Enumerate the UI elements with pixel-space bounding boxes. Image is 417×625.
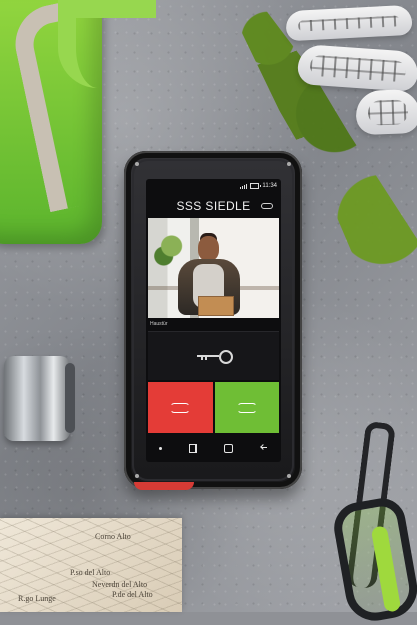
screw — [135, 474, 139, 478]
app-title: SSS SIEDLE — [176, 198, 251, 213]
shoe-sole-bottom — [355, 88, 417, 136]
key-ring — [219, 350, 233, 364]
sunglasses — [330, 418, 417, 625]
call-actions — [148, 382, 279, 433]
recents-icon[interactable] — [189, 443, 198, 453]
key-icon — [197, 349, 233, 364]
menu-icon[interactable] — [261, 203, 273, 209]
shoe-sole-middle — [296, 43, 417, 93]
parcel-box — [198, 296, 234, 316]
signal-icon — [240, 183, 248, 189]
screw — [287, 162, 291, 166]
screw — [135, 162, 139, 166]
visitor-face — [198, 236, 219, 261]
backpack-handle — [58, 0, 156, 88]
camera-location-label: Haustür — [150, 321, 168, 327]
map-label-3: Neverdn del Alto — [92, 580, 148, 589]
door-open-button[interactable] — [148, 331, 279, 380]
lips-icon — [170, 402, 191, 413]
door-camera-feed[interactable] — [148, 218, 279, 318]
decline-call-button[interactable] — [148, 382, 213, 433]
photo-scene: Corno Alto P.so del Alto Neverdn del Alt… — [0, 0, 417, 625]
android-navigation-bar — [146, 433, 281, 462]
map-label-1: Corno Alto — [95, 532, 131, 541]
status-time: 11:34 — [262, 183, 277, 189]
status-bar: 11:34 — [146, 179, 281, 193]
app-header: SSS SIEDLE — [146, 193, 281, 218]
screw — [287, 474, 291, 478]
key-tooth — [201, 357, 203, 360]
dot-icon[interactable] — [159, 446, 163, 450]
map-label-4: P.de del Alto — [112, 590, 153, 599]
home-icon[interactable] — [223, 443, 233, 453]
rugged-phone: 11:34 SSS SIEDLE Haustür — [124, 151, 302, 490]
back-icon[interactable] — [260, 444, 268, 452]
trail-map: Corno Alto P.so del Alto Neverdn del Alt… — [0, 518, 182, 612]
map-label-2: P.so del Alto — [70, 568, 111, 577]
lips-icon — [236, 402, 257, 413]
thermos-bottle — [4, 356, 75, 441]
accept-call-button[interactable] — [214, 382, 279, 433]
glasses-lens — [330, 494, 417, 625]
battery-icon — [250, 183, 262, 189]
phone-screen: 11:34 SSS SIEDLE Haustür — [146, 179, 281, 462]
key-tooth — [205, 357, 207, 360]
map-label-5: R.go Lunge — [18, 594, 56, 603]
